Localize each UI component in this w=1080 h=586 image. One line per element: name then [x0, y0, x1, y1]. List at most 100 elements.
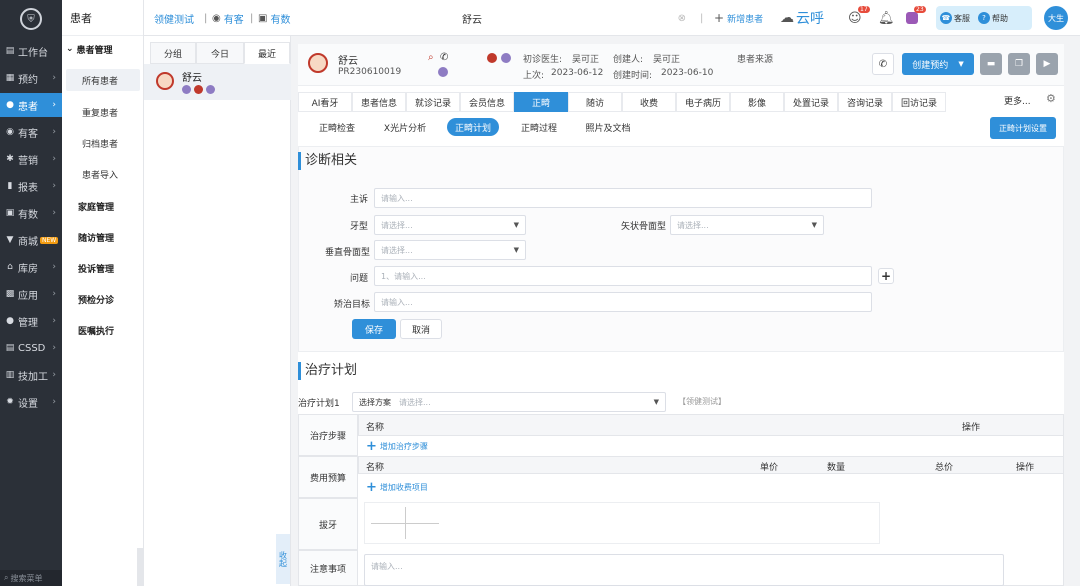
copy-button[interactable]: ❐ [1008, 53, 1030, 75]
problem-input[interactable]: 1、请输入... [374, 266, 872, 286]
tab-orthodontics[interactable]: 正畸 [514, 92, 568, 112]
data-icon: ▣ [5, 208, 15, 218]
tab-visits[interactable]: 就诊记录 [406, 92, 460, 112]
chevron-down-icon: ▼ [958, 60, 964, 68]
nav-item-reports[interactable]: ▮ 报表 › [0, 174, 62, 198]
nav-item-marketing[interactable]: ✱ 营销 › [0, 147, 62, 171]
nav-item-settings[interactable]: ✹ 设置 › [0, 390, 62, 414]
add-step-button[interactable]: + 增加治疗步骤 [366, 439, 428, 454]
notes-textarea[interactable]: 请输入... [364, 554, 1004, 586]
plus-icon: + [714, 11, 725, 25]
nav-item-youshu[interactable]: ▣ 有数 › [0, 201, 62, 225]
bell-icon[interactable]: 🔔︎ [878, 0, 895, 36]
submenu-item-archived[interactable]: 归档患者 [66, 132, 140, 154]
tooth-chart-v-axis [405, 507, 406, 539]
message-button[interactable]: ☺ 17 [848, 0, 870, 36]
plus-icon: + [880, 269, 892, 283]
add-fee-button[interactable]: + 增加收费项目 [366, 480, 428, 495]
chart-icon: ▣ [258, 12, 268, 24]
help-button[interactable]: ? 帮助 [978, 12, 1008, 24]
nav-item-appointment[interactable]: ▦ 预约 › [0, 66, 62, 90]
yunhu-button[interactable]: ☁ 云呼 [780, 0, 824, 36]
subtab-ortho-process[interactable]: 正畸过程 [512, 118, 566, 136]
nav-item-workbench[interactable]: ▤ 工作台 [0, 39, 62, 63]
nav-item-cssd[interactable]: ▤ CSSD › [0, 336, 62, 360]
create-appointment-button[interactable]: 创建预约 ▼ [902, 53, 974, 75]
subtab-ortho-exam[interactable]: 正畸检查 [310, 118, 364, 136]
search-icon[interactable]: ⌕ [428, 52, 434, 63]
scheme-select[interactable]: 选择方案 请选择... ▼ [352, 392, 666, 412]
patient-list-item[interactable]: 舒云 [144, 64, 291, 100]
patient-search[interactable]: 舒云 ⊗ [454, 0, 694, 36]
tab-emr[interactable]: 电子病历 [676, 92, 730, 112]
nav-item-youke[interactable]: ◉ 有客 › [0, 120, 62, 144]
nav-item-warehouse[interactable]: ⌂ 库房 › [0, 255, 62, 279]
plan-settings-button[interactable]: 正畸计划设置 [990, 117, 1056, 139]
plan-label: 治疗计划1 [298, 399, 340, 409]
submenu-group-patient-mgmt[interactable]: ⌄ 患者管理 [66, 38, 140, 60]
tab-today[interactable]: 今日 [196, 42, 244, 64]
tab-imaging[interactable]: 影像 [730, 92, 784, 112]
submenu-item-all-patients[interactable]: 所有患者 [66, 69, 140, 91]
tab-ai[interactable]: AI看牙 [298, 92, 352, 112]
logo: ⛨ [0, 0, 62, 38]
teeth-type-select[interactable]: 请选择... ▼ [374, 215, 526, 235]
call-button[interactable]: ✆ [872, 53, 894, 75]
tab-patient-info[interactable]: 患者信息 [352, 92, 406, 112]
youshu-link[interactable]: ▣ 有数 [258, 0, 290, 36]
nav-item-lab[interactable]: ▥ 技加工 › [0, 363, 62, 387]
play-button[interactable]: ▶ [1036, 53, 1058, 75]
scrollbar[interactable] [137, 548, 144, 586]
app-button[interactable]: 23 [906, 0, 926, 36]
tab-revisit[interactable]: 回访记录 [892, 92, 946, 112]
nav-item-patient[interactable]: ● 患者 › [0, 93, 62, 117]
nav-item-mall[interactable]: ▼ 商城 NEW [0, 228, 62, 252]
org-name[interactable]: 领健测试 [154, 0, 194, 36]
submenu-item-import[interactable]: 患者导入 [66, 163, 140, 185]
clear-icon[interactable]: ⊗ [678, 13, 686, 24]
submenu-item-triage[interactable]: 预检分诊 [66, 288, 140, 310]
chevron-right-icon: › [52, 343, 56, 353]
subtab-photos-docs[interactable]: 照片及文档 [578, 118, 638, 136]
submenu-item-followup[interactable]: 随访管理 [66, 226, 140, 248]
submenu-item-complaint[interactable]: 投诉管理 [66, 257, 140, 279]
tab-followup[interactable]: 随访 [568, 92, 622, 112]
collapse-button[interactable]: 收起 [276, 534, 290, 584]
section-title-treatment: 治疗计划 [298, 362, 357, 380]
avatar[interactable]: 大生 [1044, 6, 1068, 30]
new-patient-button[interactable]: + 新增患者 [714, 0, 763, 36]
patient-header: 舒云 PR230610019 ⌕ ✆ 初诊医生: 吴可正 创建人: 吴可正 上次… [298, 44, 1064, 86]
subtab-xray[interactable]: X光片分析 [376, 118, 434, 136]
message-button[interactable]: ▬ [980, 53, 1002, 75]
tab-billing[interactable]: 收费 [622, 92, 676, 112]
submenu-item-duplicate[interactable]: 重复患者 [66, 101, 140, 123]
save-button[interactable]: 保存 [352, 319, 396, 339]
tab-recent[interactable]: 最近 [244, 42, 290, 64]
gear-icon[interactable]: ⚙ [1046, 92, 1056, 105]
sagittal-select[interactable]: 请选择... ▼ [670, 215, 824, 235]
goal-input[interactable]: 请输入... [374, 292, 872, 312]
nav-item-apps[interactable]: ▩ 应用 › [0, 282, 62, 306]
caret-down-icon: ▼ [513, 221, 519, 229]
add-problem-button[interactable]: + [878, 268, 894, 284]
service-help-group: ☎ 客服 ? 帮助 [936, 6, 1032, 30]
cancel-button[interactable]: 取消 [400, 319, 442, 339]
more-tabs[interactable]: 更多... [1004, 94, 1031, 107]
user-icon: ● [6, 100, 14, 110]
submenu-item-family[interactable]: 家庭管理 [66, 195, 140, 217]
menu-search[interactable]: ⌕ 搜索菜单 [0, 570, 62, 586]
tooth-chart[interactable] [364, 502, 880, 544]
tab-group[interactable]: 分组 [150, 42, 196, 64]
search-input-value[interactable]: 舒云 [454, 11, 482, 26]
submenu-item-orders[interactable]: 医嘱执行 [66, 319, 140, 341]
tab-treatment-record[interactable]: 处置记录 [784, 92, 838, 112]
chief-complaint-input[interactable]: 请输入... [374, 188, 872, 208]
nav-item-manage[interactable]: ● 管理 › [0, 309, 62, 333]
vertical-select[interactable]: 请选择... ▼ [374, 240, 526, 260]
subtab-ortho-plan[interactable]: 正畸计划 [447, 118, 499, 136]
tab-consult[interactable]: 咨询记录 [838, 92, 892, 112]
service-button[interactable]: ☎ 客服 [940, 12, 970, 24]
youke-link[interactable]: ◉ 有客 [212, 0, 244, 36]
tab-member[interactable]: 会员信息 [460, 92, 514, 112]
phone-icon[interactable]: ✆ [440, 52, 448, 63]
